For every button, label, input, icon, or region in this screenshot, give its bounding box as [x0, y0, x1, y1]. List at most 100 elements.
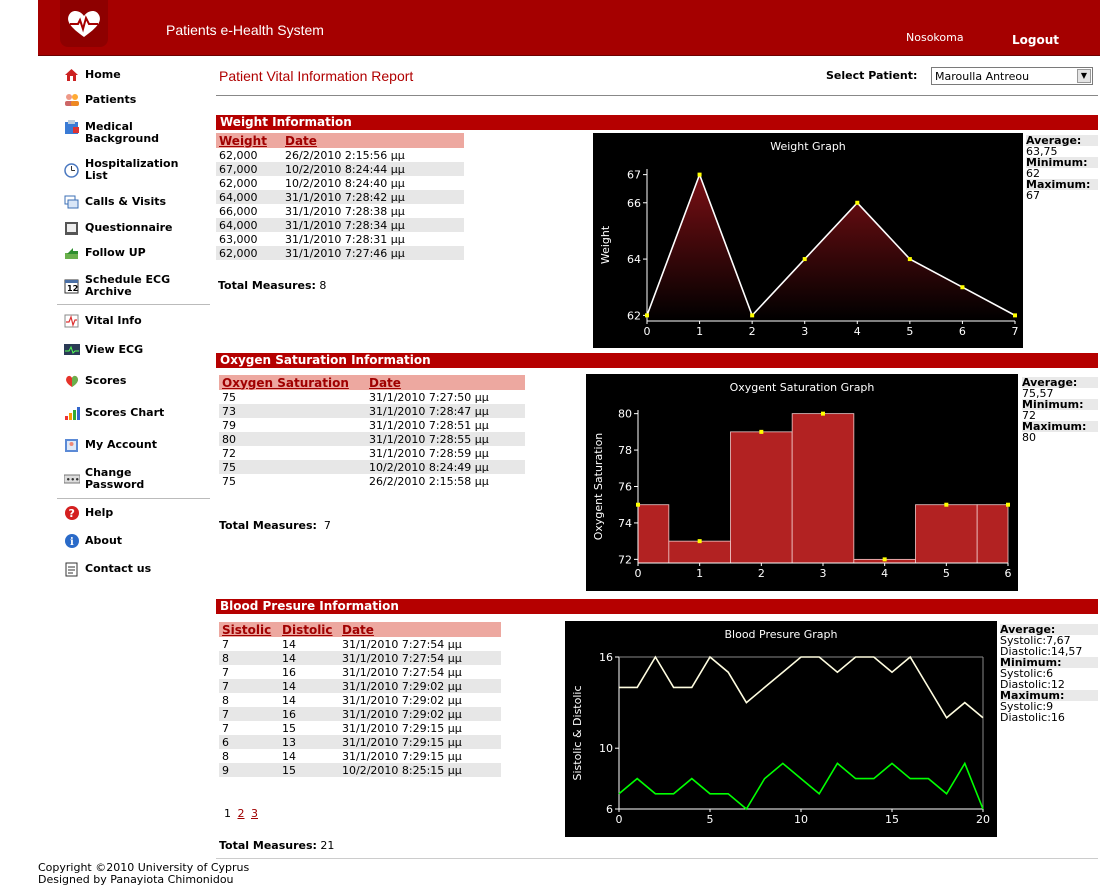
calls-icon — [63, 194, 80, 210]
footer: Copyright ©2010 University of Cyprus Des… — [38, 862, 249, 886]
weight-point — [1013, 313, 1017, 318]
weight-point — [750, 313, 755, 318]
blood-cell: 7 — [219, 679, 279, 693]
sidebar-item-scores-chart[interactable]: Scores Chart — [55, 399, 212, 431]
oxygen-column-header[interactable]: Oxygen Saturation — [219, 375, 366, 390]
sidebar-item-label: Help — [85, 506, 114, 519]
total-value: 21 — [320, 839, 335, 852]
oxygen-bar — [730, 431, 793, 564]
table-row: 7 16 31/1/2010 7:27:54 μμ — [219, 665, 501, 679]
patients-icon — [63, 92, 80, 108]
weight-cell: 67,000 — [216, 162, 282, 176]
blood-cell: 15 — [282, 721, 296, 735]
sidebar-item-home[interactable]: Home — [55, 64, 212, 88]
sidebar-item-calls-visits[interactable]: Calls & Visits — [55, 190, 212, 216]
chevron-down-icon[interactable]: ▼ — [1077, 69, 1091, 83]
x-tick-label: 5 — [943, 567, 950, 580]
table-row: 75 10/2/2010 8:24:49 μμ — [219, 460, 525, 474]
sidebar-item-vital-info[interactable]: Vital Info — [55, 305, 212, 336]
table-row: 62,000 26/2/2010 2:15:56 μμ — [216, 148, 464, 162]
sidebar-nav: Home Patients Medical Background Hospita… — [55, 64, 212, 585]
date-column-header[interactable]: Date — [366, 375, 525, 390]
y-axis-label: Oxygent Saturation — [592, 433, 605, 541]
table-row: 75 26/2/2010 2:15:58 μμ — [219, 474, 525, 488]
sistolic-column-header[interactable]: Sistolic — [219, 622, 279, 637]
x-tick-label: 1 — [696, 325, 703, 338]
blood-section-header: Blood Presure Information — [216, 599, 1098, 614]
table-row: 64,000 31/1/2010 7:28:34 μμ — [216, 218, 464, 232]
diastolic-line — [619, 655, 984, 720]
sidebar-item-label: Scores Chart — [85, 406, 165, 419]
distolic-column-header[interactable]: Distolic — [279, 622, 339, 637]
blood-cell: 14 — [282, 749, 296, 763]
page-link-2[interactable]: 2 — [238, 807, 245, 820]
oxygen-cell: 31/1/2010 7:28:55 μμ — [366, 432, 525, 446]
blood-cell: 8 — [222, 749, 229, 763]
x-tick-label: 10 — [794, 813, 808, 826]
y-tick-label: 74 — [618, 517, 632, 530]
y-tick-label: 64 — [627, 253, 641, 266]
sidebar-item-label: Home — [85, 68, 121, 81]
table-row: 7 14 31/1/2010 7:27:54 μμ — [219, 637, 501, 651]
sidebar-item-change-password[interactable]: ••• Change Password — [55, 462, 212, 498]
table-row: 7 15 31/1/2010 7:29:15 μμ — [219, 721, 501, 735]
username: Nosokoma — [906, 31, 964, 44]
logout-link[interactable]: Logout — [1012, 33, 1059, 47]
date-column-header[interactable]: Date — [282, 133, 464, 148]
oxygen-total: Total Measures: 7 — [219, 519, 331, 532]
sidebar-item-schedule-ecg-archive[interactable]: 12 Schedule ECG Archive — [55, 267, 212, 304]
sidebar-item-hospitalization-list[interactable]: Hospitalization List — [55, 151, 212, 190]
designer-text: Designed by Panayiota Chimonidou — [38, 873, 234, 886]
table-row: 64,000 31/1/2010 7:28:42 μμ — [216, 190, 464, 204]
x-tick-label: 4 — [854, 325, 861, 338]
oxygen-point — [821, 411, 825, 416]
blood-stats: Average: Systolic:7,67 Diastolic:14,57 M… — [1000, 624, 1098, 723]
sidebar-item-questionnaire[interactable]: Questionnaire — [55, 216, 212, 241]
sidebar-item-my-account[interactable]: My Account — [55, 431, 212, 462]
y-tick-label: 16 — [599, 651, 613, 664]
oxygen-cell: 31/1/2010 7:28:59 μμ — [369, 446, 489, 460]
blood-cell: 13 — [279, 735, 339, 749]
x-tick-label: 7 — [1012, 325, 1019, 338]
x-tick-label: 6 — [1005, 567, 1012, 580]
top-header: Patients e-Health System Nosokoma Logout — [38, 0, 1100, 56]
info-icon: i — [63, 533, 80, 549]
sidebar-item-scores[interactable]: Scores — [55, 367, 212, 399]
followup-icon — [63, 245, 80, 261]
oxygen-point — [759, 429, 764, 434]
blood-cell: 7 — [219, 707, 279, 721]
sidebar-item-label: About — [85, 534, 123, 547]
sidebar-item-patients[interactable]: Patients — [55, 88, 212, 112]
blood-cell: 31/1/2010 7:29:15 μμ — [342, 749, 462, 763]
total-label: Total Measures: — [219, 519, 317, 532]
blood-cell: 31/1/2010 7:29:15 μμ — [342, 721, 462, 735]
sidebar-item-contact-us[interactable]: Contact us — [55, 559, 212, 585]
x-tick-label: 3 — [801, 325, 808, 338]
patient-select[interactable]: Maroulla Antreou ▼ — [931, 67, 1093, 85]
y-tick-label: 6 — [606, 803, 613, 816]
date-column-header[interactable]: Date — [339, 622, 501, 637]
oxygen-cell: 75 — [222, 390, 236, 404]
sidebar-item-medical-background[interactable]: Medical Background — [55, 112, 212, 151]
blood-cell: 8 — [219, 651, 279, 665]
sidebar-item-about[interactable]: i About — [55, 529, 212, 559]
vital-icon — [63, 313, 80, 329]
sidebar-item-view-ecg[interactable]: View ECG — [55, 336, 212, 367]
y-axis-label: Weight — [599, 225, 612, 264]
weight-total: Total Measures: 8 — [218, 279, 326, 292]
questionnaire-icon — [63, 220, 80, 236]
page-link-3[interactable]: 3 — [251, 807, 258, 820]
sidebar-item-help[interactable]: ? Help — [55, 499, 212, 529]
table-row: 73 31/1/2010 7:28:47 μμ — [219, 404, 525, 418]
weight-cell: 63,000 — [219, 232, 258, 246]
svg-text:•••: ••• — [66, 476, 79, 484]
oxygen-bar — [976, 504, 1009, 564]
x-tick-label: 0 — [635, 567, 642, 580]
weight-column-header[interactable]: Weight — [216, 133, 282, 148]
weight-cell: 10/2/2010 8:24:44 μμ — [282, 162, 464, 176]
blood-cell: 16 — [279, 707, 339, 721]
weight-point — [855, 200, 860, 205]
blood-cell: 15 — [279, 763, 339, 777]
sidebar-item-follow-up[interactable]: Follow UP — [55, 241, 212, 267]
sidebar-item-label: Contact us — [85, 562, 152, 575]
